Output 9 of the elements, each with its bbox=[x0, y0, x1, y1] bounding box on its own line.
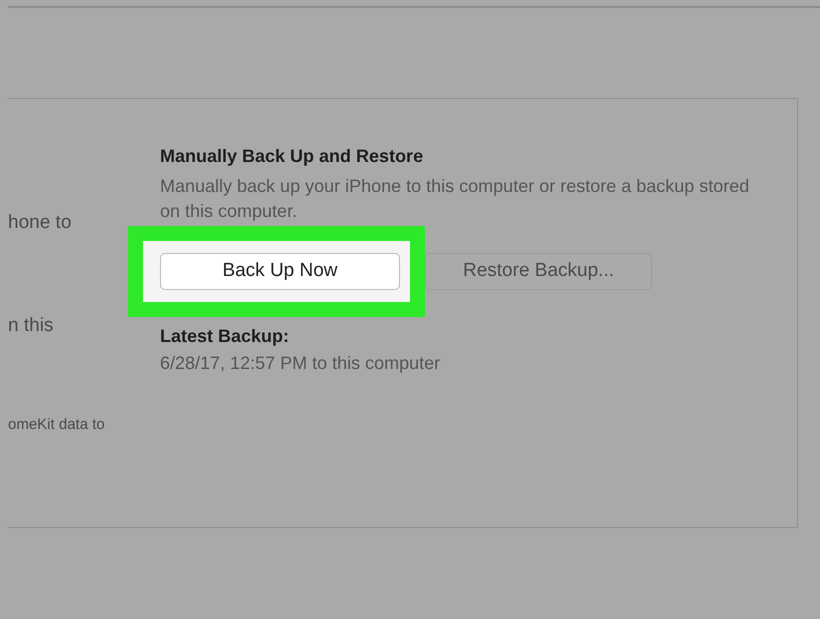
option-text: n this bbox=[8, 314, 54, 338]
section-description: Manually back up your iPhone to this computer or restore a backup stored on this computer. bbox=[160, 175, 750, 223]
option-text: omeKit data to bbox=[8, 415, 106, 435]
option-text: hone to bbox=[8, 211, 72, 235]
latest-backup-value: 6/28/17, 12:57 PM to this computer bbox=[160, 352, 442, 375]
latest-backup-label: Latest Backup: bbox=[160, 324, 290, 348]
back-up-now-button[interactable]: Back Up Now bbox=[160, 253, 400, 290]
restore-backup-button[interactable]: Restore Backup... bbox=[425, 253, 652, 290]
section-title: Manually Back Up and Restore bbox=[160, 145, 424, 168]
